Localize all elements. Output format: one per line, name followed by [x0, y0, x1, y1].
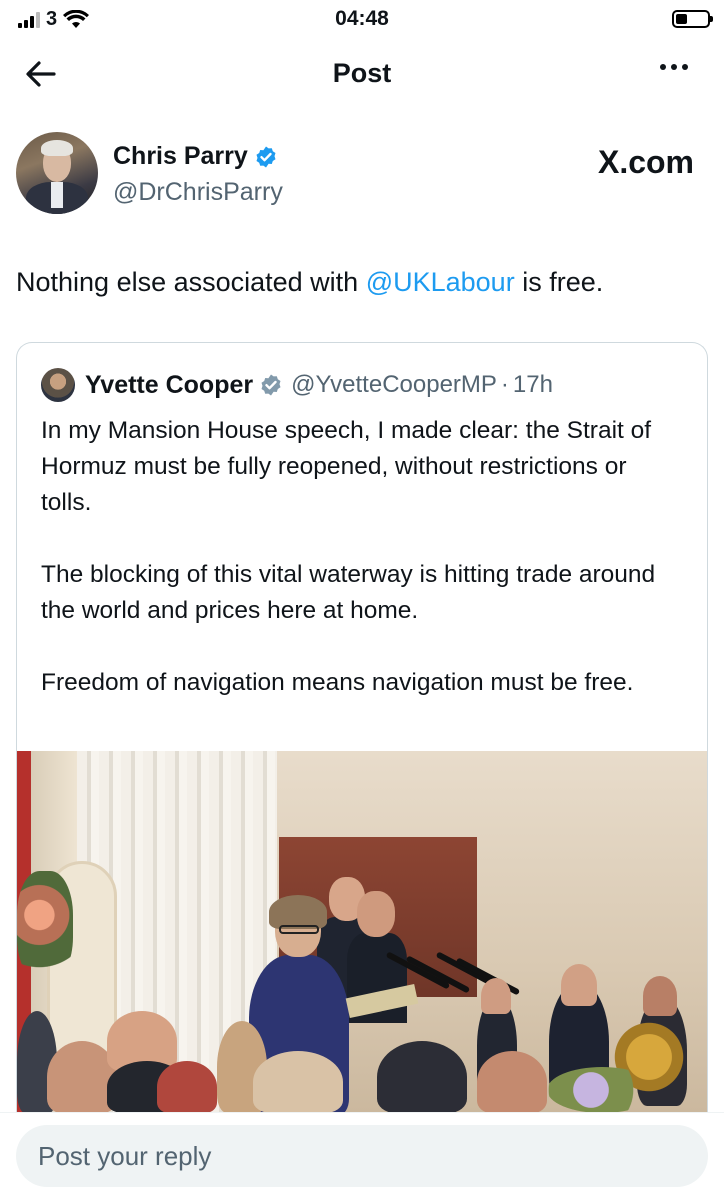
- verified-grey-badge-icon: [261, 374, 281, 396]
- quoted-post-time: 17h: [512, 371, 553, 398]
- quoted-author-avatar: [41, 368, 75, 402]
- more-dot: [682, 64, 688, 70]
- author-name-row[interactable]: Chris Parry: [113, 142, 278, 171]
- post-text-start: Nothing else associated with: [16, 267, 366, 297]
- mention-link[interactable]: @UKLabour: [366, 267, 515, 297]
- x-com-watermark: X.com: [597, 144, 694, 180]
- more-horizontal-icon: [660, 64, 666, 70]
- author-handle[interactable]: @DrChrisParry: [113, 178, 283, 207]
- more-dot: [671, 64, 677, 70]
- post-author: Chris Parry @DrChrisParry X.com: [16, 132, 706, 222]
- quoted-post[interactable]: Yvette Cooper @YvetteCooperMP · 17h In m…: [16, 342, 708, 1112]
- quoted-paragraph: In my Mansion House speech, I made clear…: [41, 417, 652, 516]
- battery-icon: [672, 10, 713, 28]
- status-bar: 3 04:48: [0, 0, 724, 38]
- verified-badge-icon: [256, 146, 276, 167]
- quoted-paragraph: Freedom of navigation means navigation m…: [41, 669, 634, 696]
- quoted-author-handle: @YvetteCooperMP: [291, 371, 497, 398]
- quoted-post-photo[interactable]: [17, 751, 707, 1112]
- reply-bar: Post your reply: [0, 1112, 724, 1200]
- more-options-button[interactable]: [660, 64, 688, 70]
- clock: 04:48: [335, 7, 389, 30]
- author-avatar[interactable]: [16, 132, 98, 214]
- quoted-paragraph: The blocking of this vital waterway is h…: [41, 561, 656, 624]
- post-text-end: is free.: [514, 267, 604, 297]
- quoted-post-header: Yvette Cooper @YvetteCooperMP · 17h: [41, 367, 553, 403]
- quoted-post-body: In my Mansion House speech, I made clear…: [41, 413, 681, 701]
- page-title: Post: [332, 58, 392, 88]
- quoted-author-name: Yvette Cooper: [85, 370, 254, 399]
- author-name[interactable]: Chris Parry: [113, 142, 248, 171]
- reply-input[interactable]: Post your reply: [16, 1125, 708, 1187]
- post-header: Post: [0, 48, 724, 100]
- separator-dot: ·: [500, 371, 509, 398]
- post-text: Nothing else associated with @UKLabour i…: [16, 262, 706, 302]
